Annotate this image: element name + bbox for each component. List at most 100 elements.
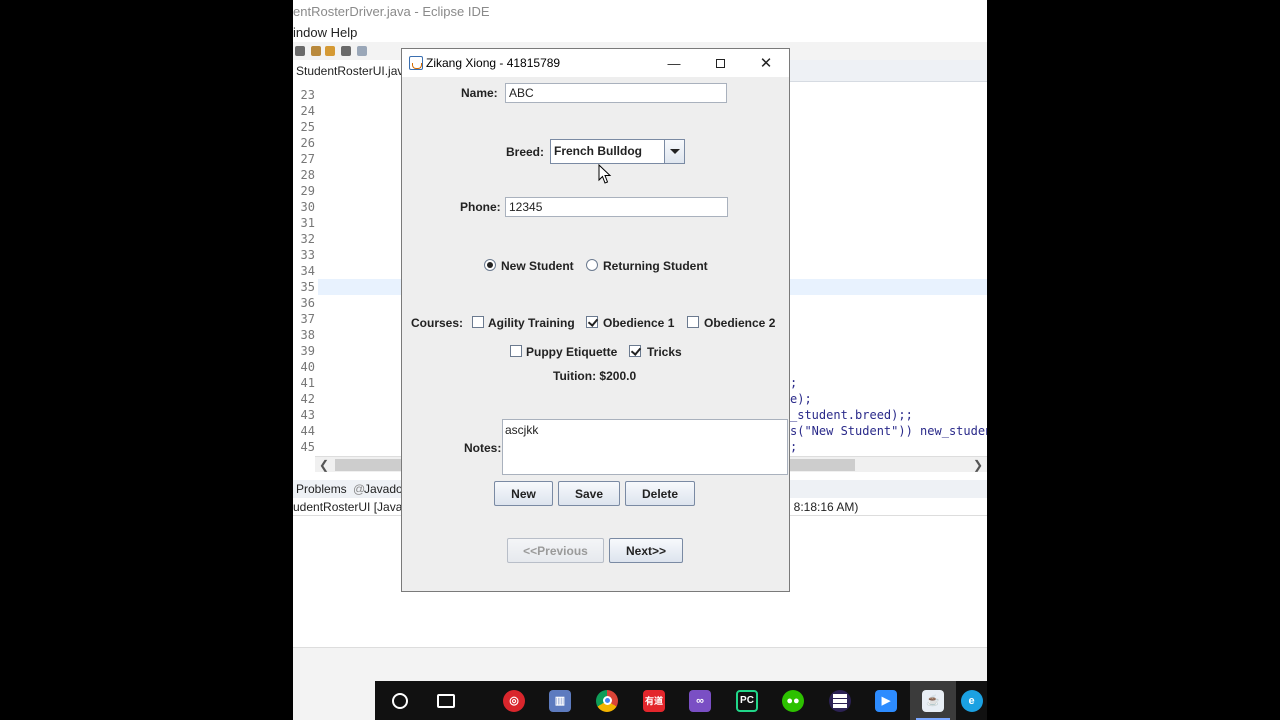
checkbox-puppy-etiquette[interactable] bbox=[510, 345, 522, 357]
tab-javadoc[interactable]: Javado bbox=[364, 480, 403, 498]
line-number: 44 bbox=[300, 424, 315, 438]
breed-selected-value: French Bulldog bbox=[554, 144, 642, 158]
line-number: 29 bbox=[300, 184, 315, 198]
next-button[interactable]: Next>> bbox=[609, 538, 683, 563]
new-button[interactable]: New bbox=[494, 481, 553, 506]
toolbar-tool-icon[interactable] bbox=[311, 46, 321, 56]
eclipse-window-title: entRosterDriver.java - Eclipse IDE bbox=[293, 4, 490, 19]
toolbar-arrow-icon[interactable] bbox=[295, 46, 305, 56]
code-line: ; bbox=[790, 440, 798, 454]
eclipse-icon bbox=[829, 689, 851, 712]
checkbox-obedience-1[interactable] bbox=[586, 316, 598, 328]
toolbar-nav-icon[interactable] bbox=[357, 46, 367, 56]
chrome-icon bbox=[596, 689, 618, 712]
breed-label: Breed: bbox=[506, 145, 545, 159]
taskbar-zoom[interactable]: ▶ bbox=[863, 681, 909, 720]
taskbar-netease-music[interactable]: ◎ bbox=[491, 681, 537, 720]
line-number: 34 bbox=[300, 264, 315, 278]
code-line: s("New Student")) new_studen bbox=[790, 424, 987, 438]
line-number: 31 bbox=[300, 216, 315, 230]
library-icon: ▥ bbox=[549, 689, 571, 712]
taskbar-task-view[interactable] bbox=[423, 681, 469, 720]
line-number: 26 bbox=[300, 136, 315, 150]
radio-returning-student[interactable] bbox=[586, 259, 598, 271]
line-number: 39 bbox=[300, 344, 315, 358]
radio-new-student[interactable] bbox=[484, 259, 496, 271]
code-line: _student.breed);; bbox=[790, 408, 913, 422]
notes-label: Notes: bbox=[464, 441, 502, 455]
line-number: 28 bbox=[300, 168, 315, 182]
toolbar-dropdown-icon[interactable] bbox=[341, 46, 351, 56]
checkbox-tricks-label[interactable]: Tricks bbox=[647, 345, 682, 359]
notes-textarea[interactable]: ascjkk bbox=[502, 419, 788, 475]
tab-studentrosterui[interactable]: StudentRosterUI.java bbox=[293, 60, 417, 82]
checkbox-agility-training-label[interactable]: Agility Training bbox=[488, 316, 575, 330]
line-number: 36 bbox=[300, 296, 315, 310]
radio-returning-student-label[interactable]: Returning Student bbox=[603, 259, 708, 273]
taskbar-pycharm[interactable]: PC bbox=[724, 681, 770, 720]
taskbar-youdao-dict[interactable]: 有道 bbox=[631, 681, 677, 720]
visual-studio-icon: ∞ bbox=[689, 689, 711, 712]
taskbar-ie[interactable]: e bbox=[956, 681, 987, 720]
taskbar-java[interactable]: ☕ bbox=[910, 681, 956, 720]
tab-problems[interactable]: Problems bbox=[296, 480, 347, 498]
desktop-screen: entRosterDriver.java - Eclipse IDE indow… bbox=[293, 0, 987, 720]
tuition-label: Tuition: $200.0 bbox=[553, 369, 637, 383]
phone-label: Phone: bbox=[460, 200, 501, 214]
console-process-label: udentRosterUI [Java A bbox=[293, 500, 414, 514]
line-number: 37 bbox=[300, 312, 315, 326]
checkbox-obedience-2-label[interactable]: Obedience 2 bbox=[704, 316, 775, 330]
netease-music-icon: ◎ bbox=[503, 689, 525, 712]
taskbar-chrome[interactable] bbox=[584, 681, 630, 720]
java-icon: ☕ bbox=[922, 689, 944, 712]
cortana-icon bbox=[392, 692, 408, 709]
maximize-button[interactable] bbox=[697, 49, 743, 77]
ie-icon: e bbox=[960, 689, 983, 712]
line-number: 33 bbox=[300, 248, 315, 262]
chevron-down-icon[interactable] bbox=[664, 140, 684, 163]
checkbox-puppy-etiquette-label[interactable]: Puppy Etiquette bbox=[526, 345, 617, 359]
line-number: 24 bbox=[300, 104, 315, 118]
dialog-title-bar[interactable]: Zikang Xiong - 41815789 — ✕ bbox=[402, 49, 789, 77]
taskbar-wechat[interactable]: ●● bbox=[770, 681, 816, 720]
checkbox-obedience-2[interactable] bbox=[687, 316, 699, 328]
wechat-icon: ●● bbox=[782, 689, 804, 712]
eclipse-menu-window-help[interactable]: indow Help bbox=[293, 25, 357, 40]
taskbar-visual-studio[interactable]: ∞ bbox=[677, 681, 723, 720]
line-number: 25 bbox=[300, 120, 315, 134]
courses-label: Courses: bbox=[411, 316, 464, 330]
taskbar-eclipse[interactable] bbox=[817, 681, 863, 720]
phone-field[interactable]: 12345 bbox=[505, 197, 728, 217]
taskbar-library[interactable]: ▥ bbox=[537, 681, 583, 720]
delete-button[interactable]: Delete bbox=[625, 481, 695, 506]
previous-button[interactable]: <<Previous bbox=[507, 538, 604, 563]
console-time-label: , 8:18:16 AM) bbox=[787, 500, 859, 514]
line-number: 30 bbox=[300, 200, 315, 214]
radio-new-student-label[interactable]: New Student bbox=[501, 259, 574, 273]
checkbox-agility-training[interactable] bbox=[472, 316, 484, 328]
toolbar-build-icon[interactable] bbox=[325, 46, 335, 56]
pycharm-icon: PC bbox=[736, 689, 758, 712]
scroll-right-icon[interactable]: ❯ bbox=[973, 457, 983, 473]
checkbox-obedience-1-label[interactable]: Obedience 1 bbox=[603, 316, 674, 330]
taskbar-cortana[interactable] bbox=[377, 681, 423, 720]
zoom-icon: ▶ bbox=[875, 689, 897, 712]
line-number: 41 bbox=[300, 376, 315, 390]
line-number: 38 bbox=[300, 328, 315, 342]
eclipse-title-bar: entRosterDriver.java - Eclipse IDE bbox=[293, 0, 987, 24]
save-button[interactable]: Save bbox=[558, 481, 620, 506]
taskbar-left-area bbox=[293, 681, 375, 720]
maximize-icon bbox=[715, 58, 725, 68]
eclipse-menu-bar[interactable]: indow Help bbox=[293, 24, 987, 42]
checkbox-tricks[interactable] bbox=[629, 345, 641, 357]
breed-combobox[interactable]: French Bulldog bbox=[550, 139, 685, 164]
minimize-button[interactable]: — bbox=[651, 49, 697, 77]
code-line: ; bbox=[790, 376, 798, 390]
scroll-left-icon[interactable]: ❮ bbox=[319, 457, 329, 473]
student-roster-dialog: Zikang Xiong - 41815789 — ✕ Name: ABC Br… bbox=[401, 48, 790, 592]
task-view-icon bbox=[437, 693, 455, 708]
line-number: 43 bbox=[300, 408, 315, 422]
close-button[interactable]: ✕ bbox=[743, 49, 789, 77]
name-field[interactable]: ABC bbox=[505, 83, 727, 103]
line-number: 23 bbox=[300, 88, 315, 102]
